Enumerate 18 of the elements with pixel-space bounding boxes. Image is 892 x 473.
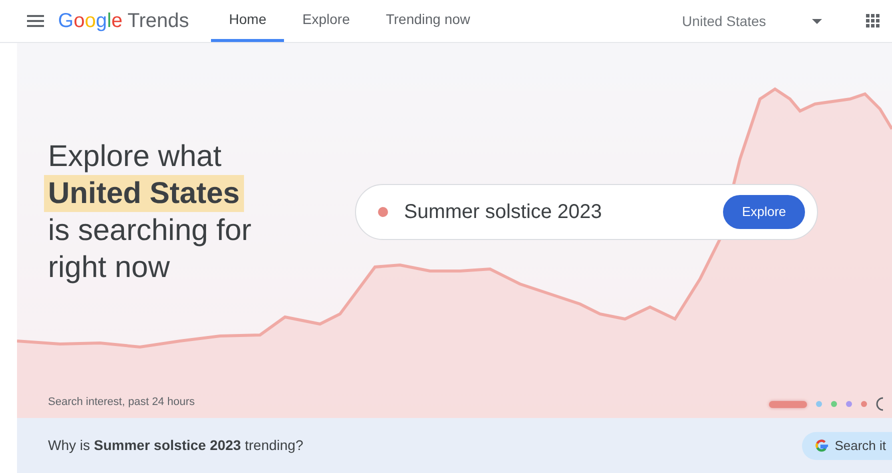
- search-it-button[interactable]: Search it: [802, 432, 892, 460]
- apps-grid-icon[interactable]: [866, 14, 880, 28]
- region-dropdown[interactable]: United States: [682, 10, 822, 32]
- search-value: Summer solstice 2023: [404, 200, 602, 225]
- nav-tab[interactable]: Explore: [284, 0, 368, 42]
- logo[interactable]: Google Trends: [58, 6, 190, 36]
- chart-caption: Search interest, past 24 hours: [48, 395, 195, 410]
- hero-title-line: is searching for: [48, 213, 252, 249]
- explore-button[interactable]: Explore: [723, 195, 805, 229]
- trending-question: Why is Summer solstice 2023 trending?: [48, 436, 304, 455]
- google-g-icon: [814, 438, 829, 453]
- hero-title-line: Explore what: [48, 139, 222, 175]
- nav-tab[interactable]: Trending now: [368, 0, 488, 42]
- pause-icon[interactable]: [876, 397, 884, 411]
- caret-icon: [812, 18, 822, 24]
- hero-title-line: right now: [48, 250, 170, 286]
- menu-icon[interactable]: [27, 15, 44, 27]
- search-field[interactable]: Summer solstice 2023 Explore: [355, 184, 818, 240]
